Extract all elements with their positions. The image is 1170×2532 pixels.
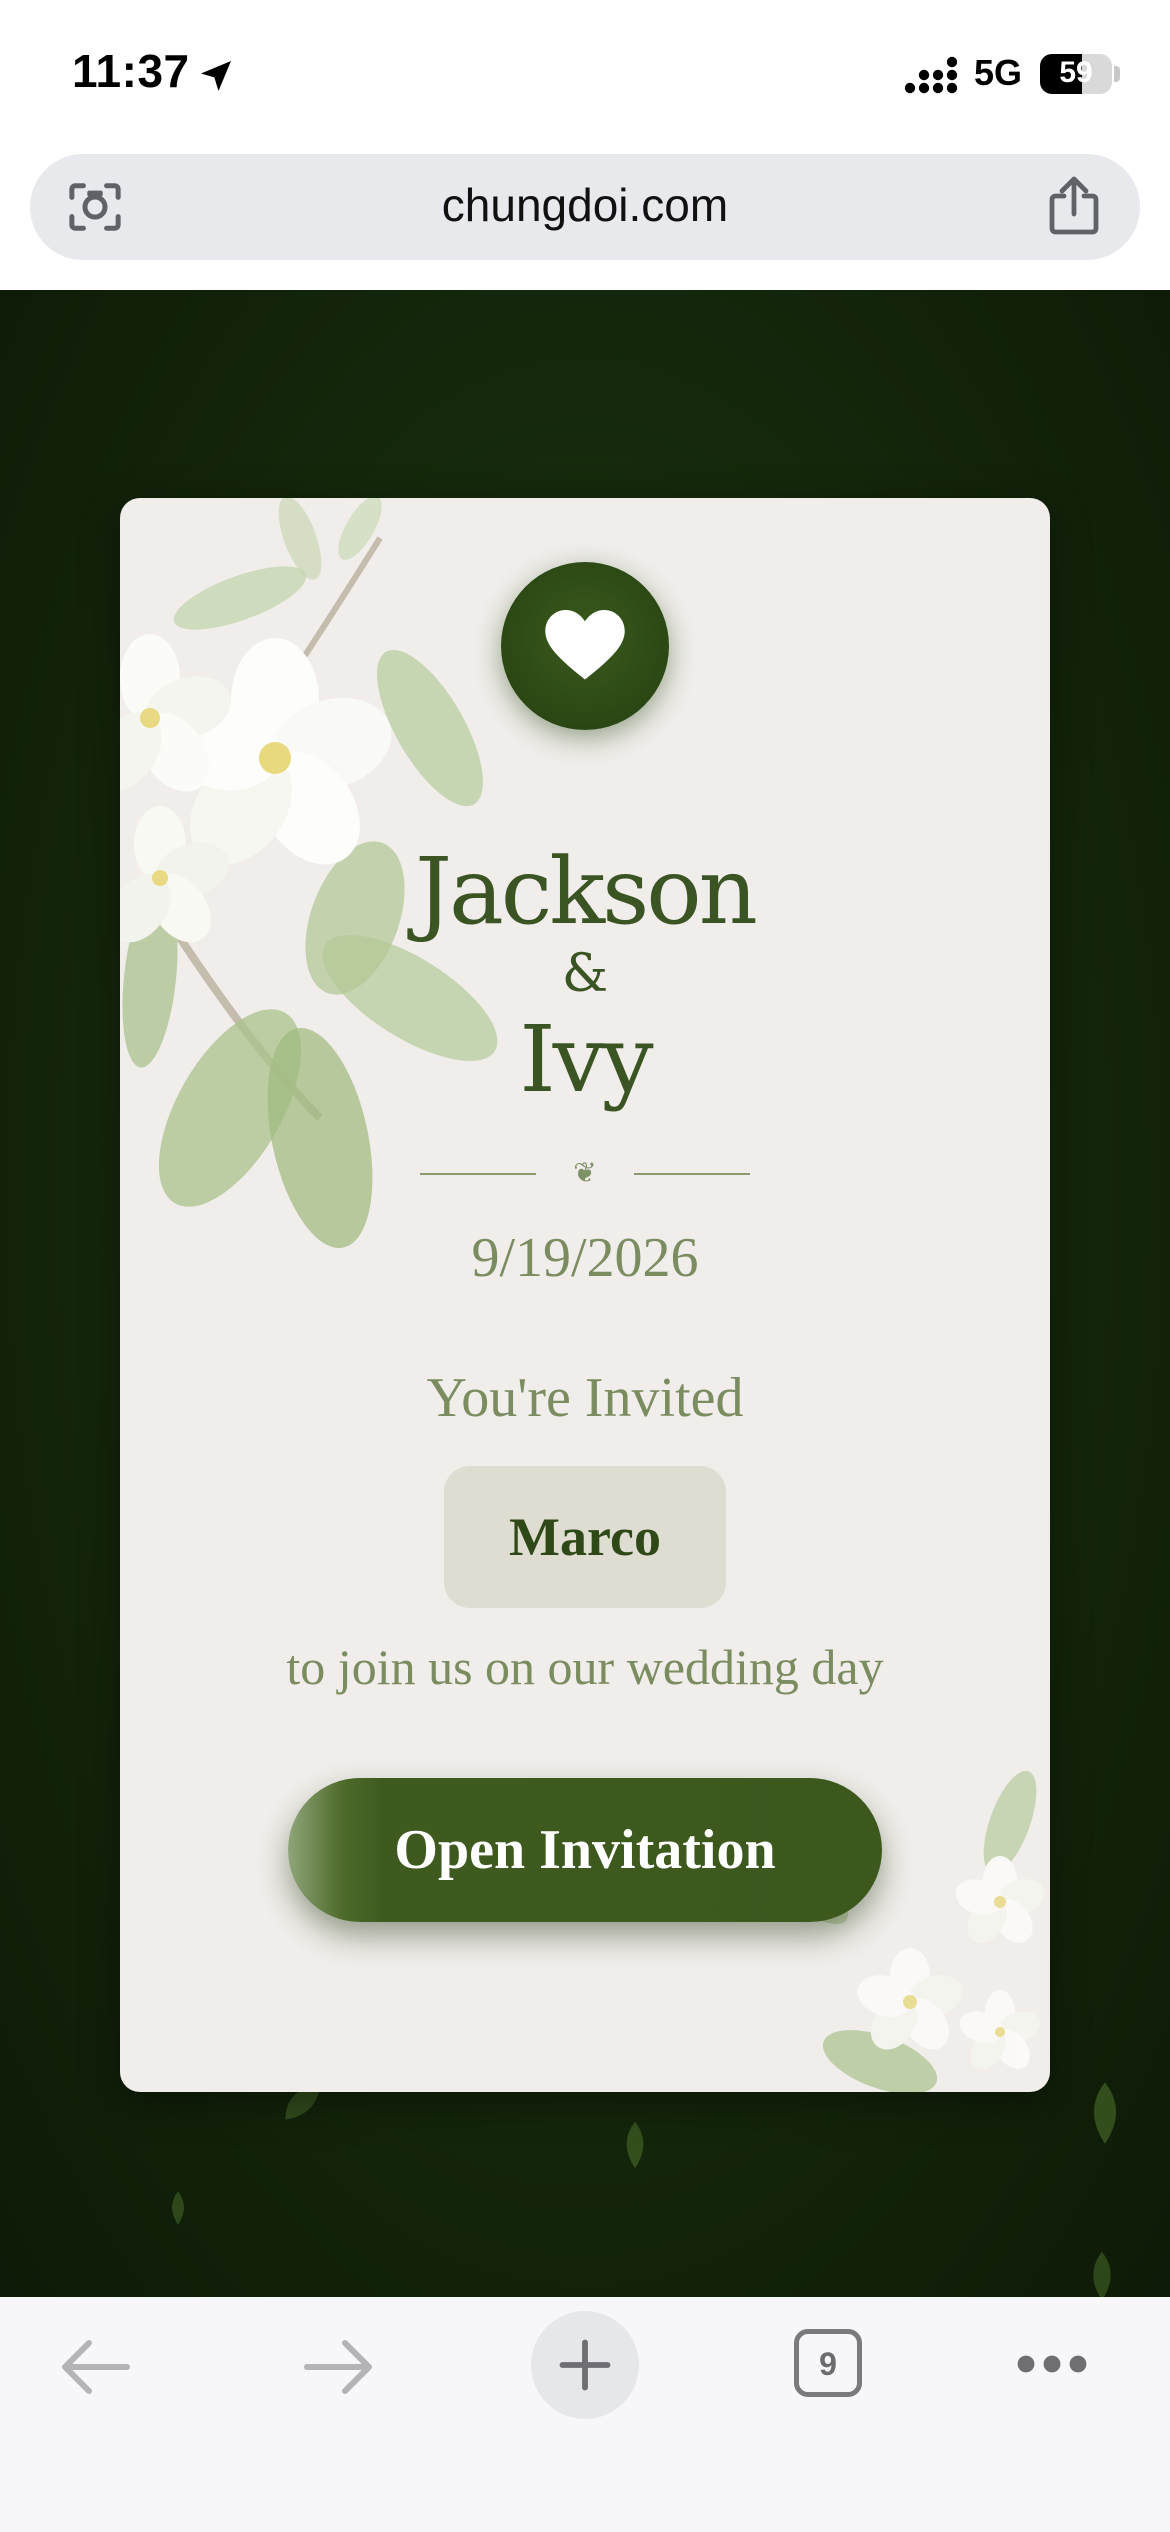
signal-icon (904, 56, 958, 94)
url-text[interactable]: chungdoi.com (30, 178, 1140, 232)
network-type: 5G (974, 52, 1023, 93)
battery-icon: 59 (1040, 54, 1112, 94)
ampersand: & (561, 944, 609, 1004)
share-icon[interactable] (1044, 174, 1104, 238)
tabs-button[interactable]: 9 (794, 2329, 862, 2397)
ornament-divider: ❦ (420, 1156, 750, 1189)
back-arrow-icon[interactable] (58, 2337, 132, 2397)
location-arrow-icon (201, 61, 231, 91)
wedding-date: 9/19/2026 (471, 1227, 699, 1289)
guest-name-badge: Marco (444, 1466, 726, 1608)
status-bar: 11:37 5G 59 (0, 0, 1170, 150)
falling-leaf-decoration (1094, 2082, 1116, 2144)
tab-count: 9 (819, 2346, 837, 2382)
browser-toolbar: 9 (0, 2297, 1170, 2532)
invitation-card: Jackson & Ivy ❦ 9/19/2026 You're Invited… (120, 498, 1050, 2092)
plus-icon (559, 2339, 611, 2391)
more-icon[interactable] (1016, 2353, 1088, 2375)
new-tab-button[interactable] (531, 2311, 639, 2419)
partner-name-2: Ivy (519, 1006, 653, 1113)
open-invitation-button[interactable]: Open Invitation (288, 1778, 882, 1922)
invitation-page: Jackson & Ivy ❦ 9/19/2026 You're Invited… (0, 290, 1170, 2297)
battery-percent: 59 (1059, 56, 1093, 89)
battery-nub (1114, 66, 1120, 82)
address-bar[interactable]: chungdoi.com (30, 154, 1140, 260)
guest-name: Marco (509, 1507, 661, 1567)
falling-leaf-decoration (1093, 2251, 1111, 2297)
join-text: to join us on our wedding day (286, 1639, 884, 1695)
falling-leaf-decoration (626, 2121, 644, 2169)
status-time: 11:37 (72, 45, 190, 97)
divider-line (634, 1173, 750, 1175)
heart-badge (501, 562, 669, 730)
partner-name-1: Jackson (415, 838, 758, 945)
open-invitation-label: Open Invitation (394, 1819, 776, 1881)
falling-leaf-decoration (172, 2191, 184, 2225)
invited-text: You're Invited (426, 1367, 744, 1429)
heart-icon (545, 610, 625, 680)
forward-arrow-icon[interactable] (302, 2337, 376, 2397)
